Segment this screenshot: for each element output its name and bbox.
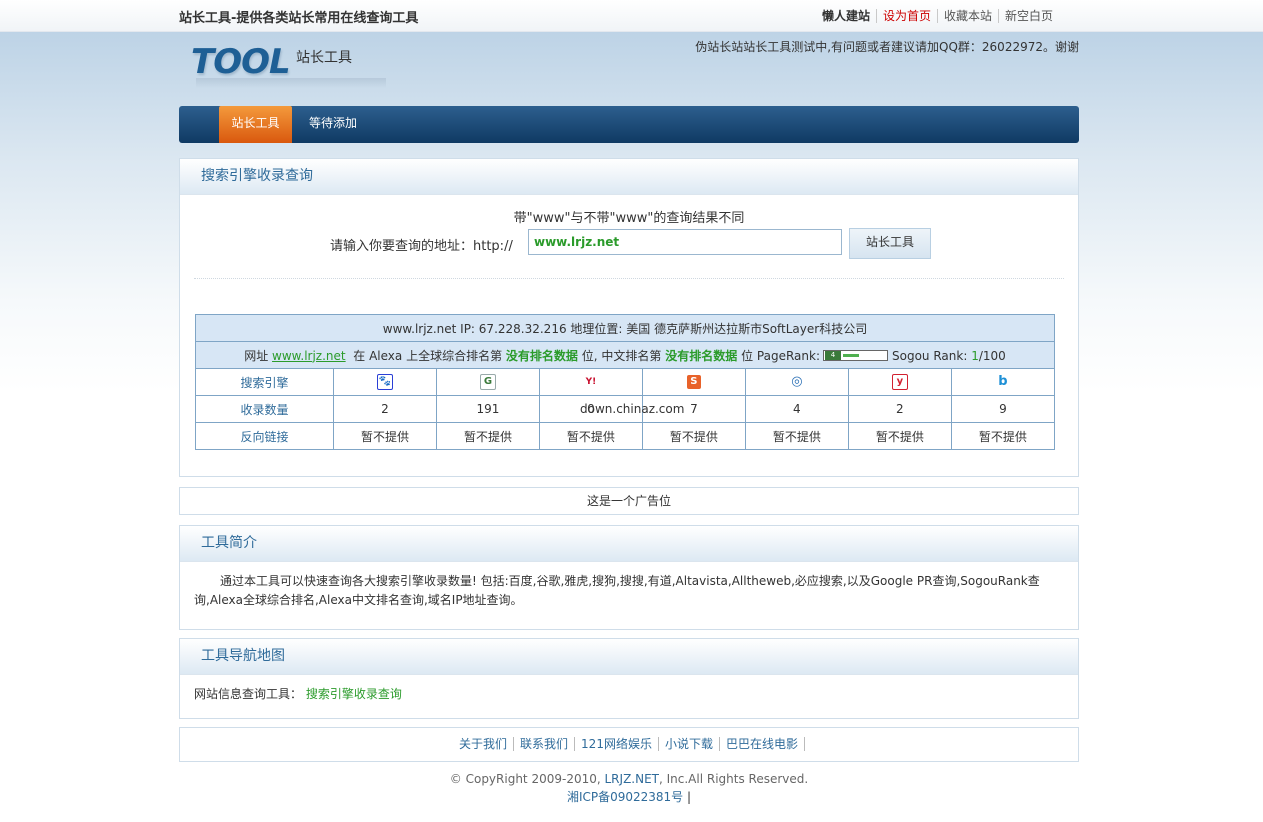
sogou-rank-total: /100 <box>978 348 1006 363</box>
rank-unit: 位, <box>581 348 598 363</box>
cn-rank-text: 中文排名第 <box>601 348 662 363</box>
ad-slot[interactable]: 这是一个广告位 <box>179 487 1079 515</box>
footer-link-contact[interactable]: 联系我们 <box>514 737 576 751</box>
backlink-cell: 暂不提供 <box>847 422 952 450</box>
engine-cell: S <box>641 368 746 396</box>
footer-link-121[interactable]: 121网络娱乐 <box>575 737 659 751</box>
logo[interactable]: TOOL 站长工具 <box>191 42 391 88</box>
count-cell: 2 <box>847 395 952 423</box>
count-cell: 2 <box>333 395 437 423</box>
search-panel-title: 搜索引擎收录查询 <box>180 159 1078 195</box>
top-link-set-home[interactable]: 设为首页 <box>876 9 938 23</box>
map-label: 网站信息查询工具： <box>194 687 303 701</box>
pagerank-fill <box>843 353 859 357</box>
url-input[interactable] <box>528 229 842 255</box>
cn-rank: 没有排名数据 <box>665 348 738 363</box>
map-link[interactable]: 搜索引擎收录查询 <box>306 687 402 701</box>
count-cell: 9 <box>950 395 1056 423</box>
query-button[interactable]: 站长工具 <box>849 228 931 259</box>
alexa-text: 在 Alexa 上全球综合排名第 <box>353 348 503 363</box>
top-link-lazy-build[interactable]: 懒人建站 <box>815 9 877 23</box>
footer-links: 关于我们 联系我们 121网络娱乐 小说下载 巴巴在线电影 <box>179 727 1079 762</box>
backlink-cell: 暂不提供 <box>435 422 540 450</box>
divider <box>194 278 1064 279</box>
icp-separator: | <box>687 790 692 804</box>
sogou-rank-label: Sogou Rank: <box>892 348 968 363</box>
count-cell: 191 <box>435 395 540 423</box>
sogou-rank-value: 1 <box>971 348 979 363</box>
count-cell: 4 <box>744 395 849 423</box>
copyright-brand[interactable]: LRJZ.NET <box>605 772 660 786</box>
logo-text: TOOL <box>191 42 291 82</box>
baidu-icon[interactable]: 🐾 <box>376 374 393 390</box>
nav-tab-webmaster-tools[interactable]: 站长工具 <box>219 106 292 143</box>
footer-link-about[interactable]: 关于我们 <box>453 737 515 751</box>
copyright: © CopyRight 2009-2010, LRJZ.NET, Inc.All… <box>179 772 1079 786</box>
intro-panel-title: 工具简介 <box>180 526 1078 562</box>
top-links: 懒人建站 设为首页 收藏本站 新空白页 <box>815 7 1059 24</box>
url-input-label: 请输入你要查询的地址：http:// <box>330 239 513 254</box>
count-row-label: 收录数量 <box>195 395 334 423</box>
alexa-rank: 没有排名数据 <box>505 348 578 363</box>
engine-cell: b <box>950 368 1056 396</box>
logo-subtitle: 站长工具 <box>296 50 352 66</box>
copyright-suffix: , Inc.All Rights Reserved. <box>659 772 809 786</box>
intro-panel: 工具简介 通过本工具可以快速查询各大搜索引擎收录数量! 包括:百度,谷歌,雅虎,… <box>179 525 1079 630</box>
footer-link-novel[interactable]: 小说下载 <box>658 737 720 751</box>
domain-link[interactable]: www.lrjz.net <box>272 349 346 363</box>
bing-icon[interactable]: b <box>996 375 1010 389</box>
top-link-bookmark[interactable]: 收藏本站 <box>937 9 999 23</box>
footer-link-movie[interactable]: 巴巴在线电影 <box>719 737 805 751</box>
backlink-cell: 暂不提供 <box>538 422 643 450</box>
pagerank-value: 4 <box>825 350 841 360</box>
map-panel: 工具导航地图 网站信息查询工具： 搜索引擎收录查询 <box>179 638 1079 719</box>
ip-info: www.lrjz.net IP: 67.228.32.216 地理位置: 美国 … <box>195 314 1055 342</box>
pagerank-label: 位 PageRank: <box>741 348 820 363</box>
youdao-icon[interactable]: y <box>891 374 908 390</box>
backlink-row-label: 反向链接 <box>195 422 334 450</box>
backlink-cell: 暂不提供 <box>744 422 849 450</box>
soso-icon[interactable]: ◎ <box>790 375 804 389</box>
backlink-row: 反向链接 暂不提供 暂不提供 暂不提供 暂不提供 暂不提供 暂不提供 暂不提供 <box>195 422 1056 450</box>
yahoo-icon[interactable]: Y! <box>584 375 598 389</box>
intro-text: 通过本工具可以快速查询各大搜索引擎收录数量! 包括:百度,谷歌,雅虎,搜狗,搜搜… <box>194 574 1040 607</box>
backlink-cell: 暂不提供 <box>641 422 746 450</box>
sogou-icon[interactable]: S <box>686 375 701 390</box>
watermark: down.chinaz.com <box>580 402 685 416</box>
backlink-cell: 暂不提供 <box>333 422 437 450</box>
result-table: www.lrjz.net IP: 67.228.32.216 地理位置: 美国 … <box>195 314 1056 450</box>
engine-cell: ◎ <box>744 368 849 396</box>
icp-line: 湘ICP备09022381号 | <box>179 788 1079 805</box>
main-nav: 站长工具 等待添加 <box>179 106 1079 143</box>
ip-info-row: www.lrjz.net IP: 67.228.32.216 地理位置: 美国 … <box>195 314 1055 342</box>
engine-cell: 🐾 <box>333 368 437 396</box>
search-panel: 搜索引擎收录查询 带"www"与不带"www"的查询结果不同 请输入你要查询的地… <box>179 158 1079 477</box>
www-hint: 带"www"与不带"www"的查询结果不同 <box>513 211 745 226</box>
engine-cell: G <box>435 368 540 396</box>
copyright-prefix: © CopyRight 2009-2010, <box>449 772 601 786</box>
engine-cell: y <box>847 368 952 396</box>
header-notice: 伪站长站站长工具测试中,有问题或者建议请加QQ群：26022972。谢谢 <box>695 40 1079 54</box>
nav-tab-pending[interactable]: 等待添加 <box>309 106 357 143</box>
engine-cell: Y! <box>538 368 643 396</box>
logo-reflection <box>196 78 386 88</box>
backlink-cell: 暂不提供 <box>950 422 1056 450</box>
rank-prefix: 网址 <box>244 348 269 363</box>
pagerank-bar: 4 <box>823 349 888 361</box>
map-panel-title: 工具导航地图 <box>180 639 1078 675</box>
icp-number[interactable]: 湘ICP备09022381号 <box>567 790 683 804</box>
google-icon[interactable]: G <box>479 374 496 390</box>
map-line: 网站信息查询工具： 搜索引擎收录查询 <box>180 675 1078 712</box>
engine-row: 搜索引擎 🐾 G Y! S ◎ y b <box>195 368 1056 396</box>
site-title: 站长工具-提供各类站长常用在线查询工具 <box>179 11 419 26</box>
top-link-blank-page[interactable]: 新空白页 <box>999 9 1059 23</box>
engine-row-label: 搜索引擎 <box>195 368 334 396</box>
rank-info: 网址 www.lrjz.net 在 Alexa 上全球综合排名第 没有排名数据 … <box>195 341 1055 369</box>
rank-row: 网址 www.lrjz.net 在 Alexa 上全球综合排名第 没有排名数据 … <box>195 341 1055 369</box>
